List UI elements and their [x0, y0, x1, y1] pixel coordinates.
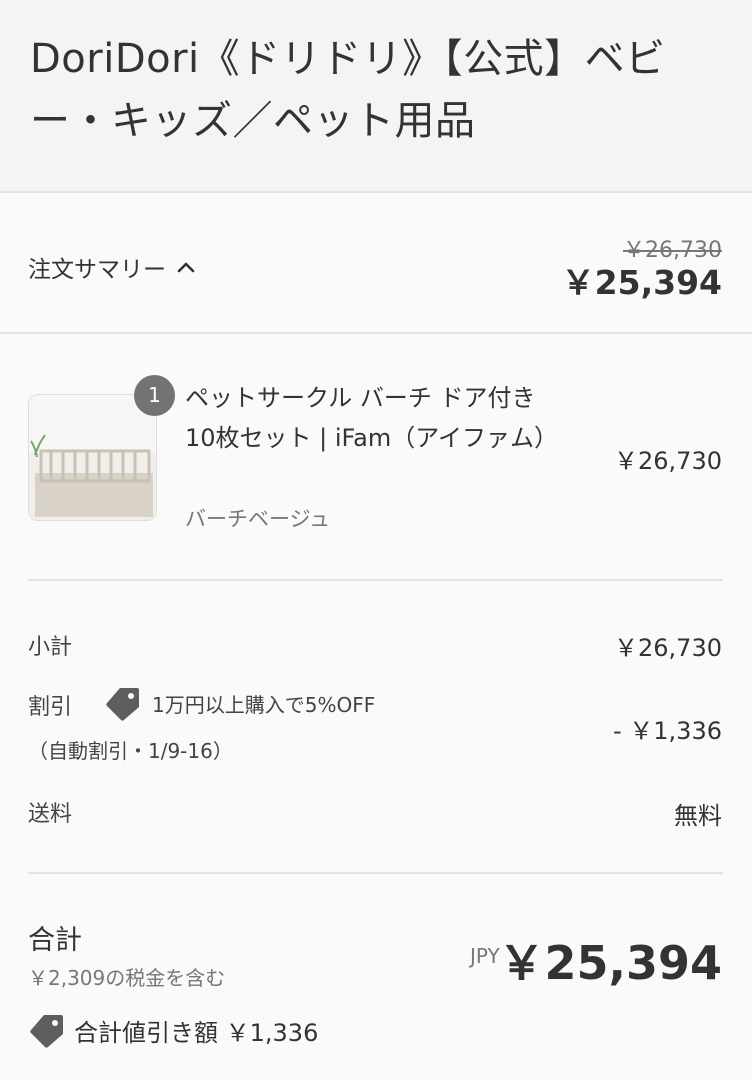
summary-total-price: ￥25,394 [561, 263, 722, 302]
chevron-up-icon [177, 262, 195, 273]
discount-tag: 1万円以上購入で5%OFF [104, 684, 375, 722]
total-savings-text: 合計値引き額 ￥1,336 [74, 1018, 319, 1047]
tax-note: ￥2,309の税金を含む [28, 966, 226, 990]
discount-period: （自動割引・1/9-16） [28, 739, 233, 763]
order-summary-toggle[interactable]: 注文サマリー [28, 250, 196, 284]
currency-code: JPY [470, 944, 500, 968]
product-thumbnail [28, 394, 157, 521]
store-title[interactable]: DoriDori《ドリドリ》【公式】ベビー・キッズ／ペット用品 [30, 28, 730, 152]
total-savings: 合計値引き額 ￥1,336 [28, 1011, 318, 1049]
divider [28, 872, 723, 874]
quantity-badge: 1 [134, 375, 175, 416]
discount-name: 1万円以上購入で5%OFF [152, 692, 376, 717]
shipping-value: 無料 [674, 802, 722, 830]
product-price: ￥26,730 [614, 447, 722, 475]
tag-icon [106, 688, 139, 721]
shipping-label: 送料 [28, 802, 73, 827]
discount-value: - ￥1,336 [613, 717, 722, 745]
tag-icon [30, 1015, 63, 1048]
subtotal-label: 小計 [28, 635, 73, 660]
product-name: ペットサークル バーチ ドア付き 10枚セット | iFam（アイファム） [185, 384, 559, 452]
store-header: DoriDori《ドリドリ》【公式】ベビー・キッズ／ペット用品 [0, 0, 752, 193]
subtotal-value: ￥26,730 [614, 634, 722, 662]
order-summary-label: 注文サマリー [28, 257, 166, 283]
divider [28, 579, 723, 581]
grand-total: ￥25,394 [498, 936, 722, 990]
product-variant: バーチベージュ [185, 507, 331, 531]
discount-label: 割引 [28, 695, 73, 720]
total-label: 合計 [28, 925, 82, 956]
